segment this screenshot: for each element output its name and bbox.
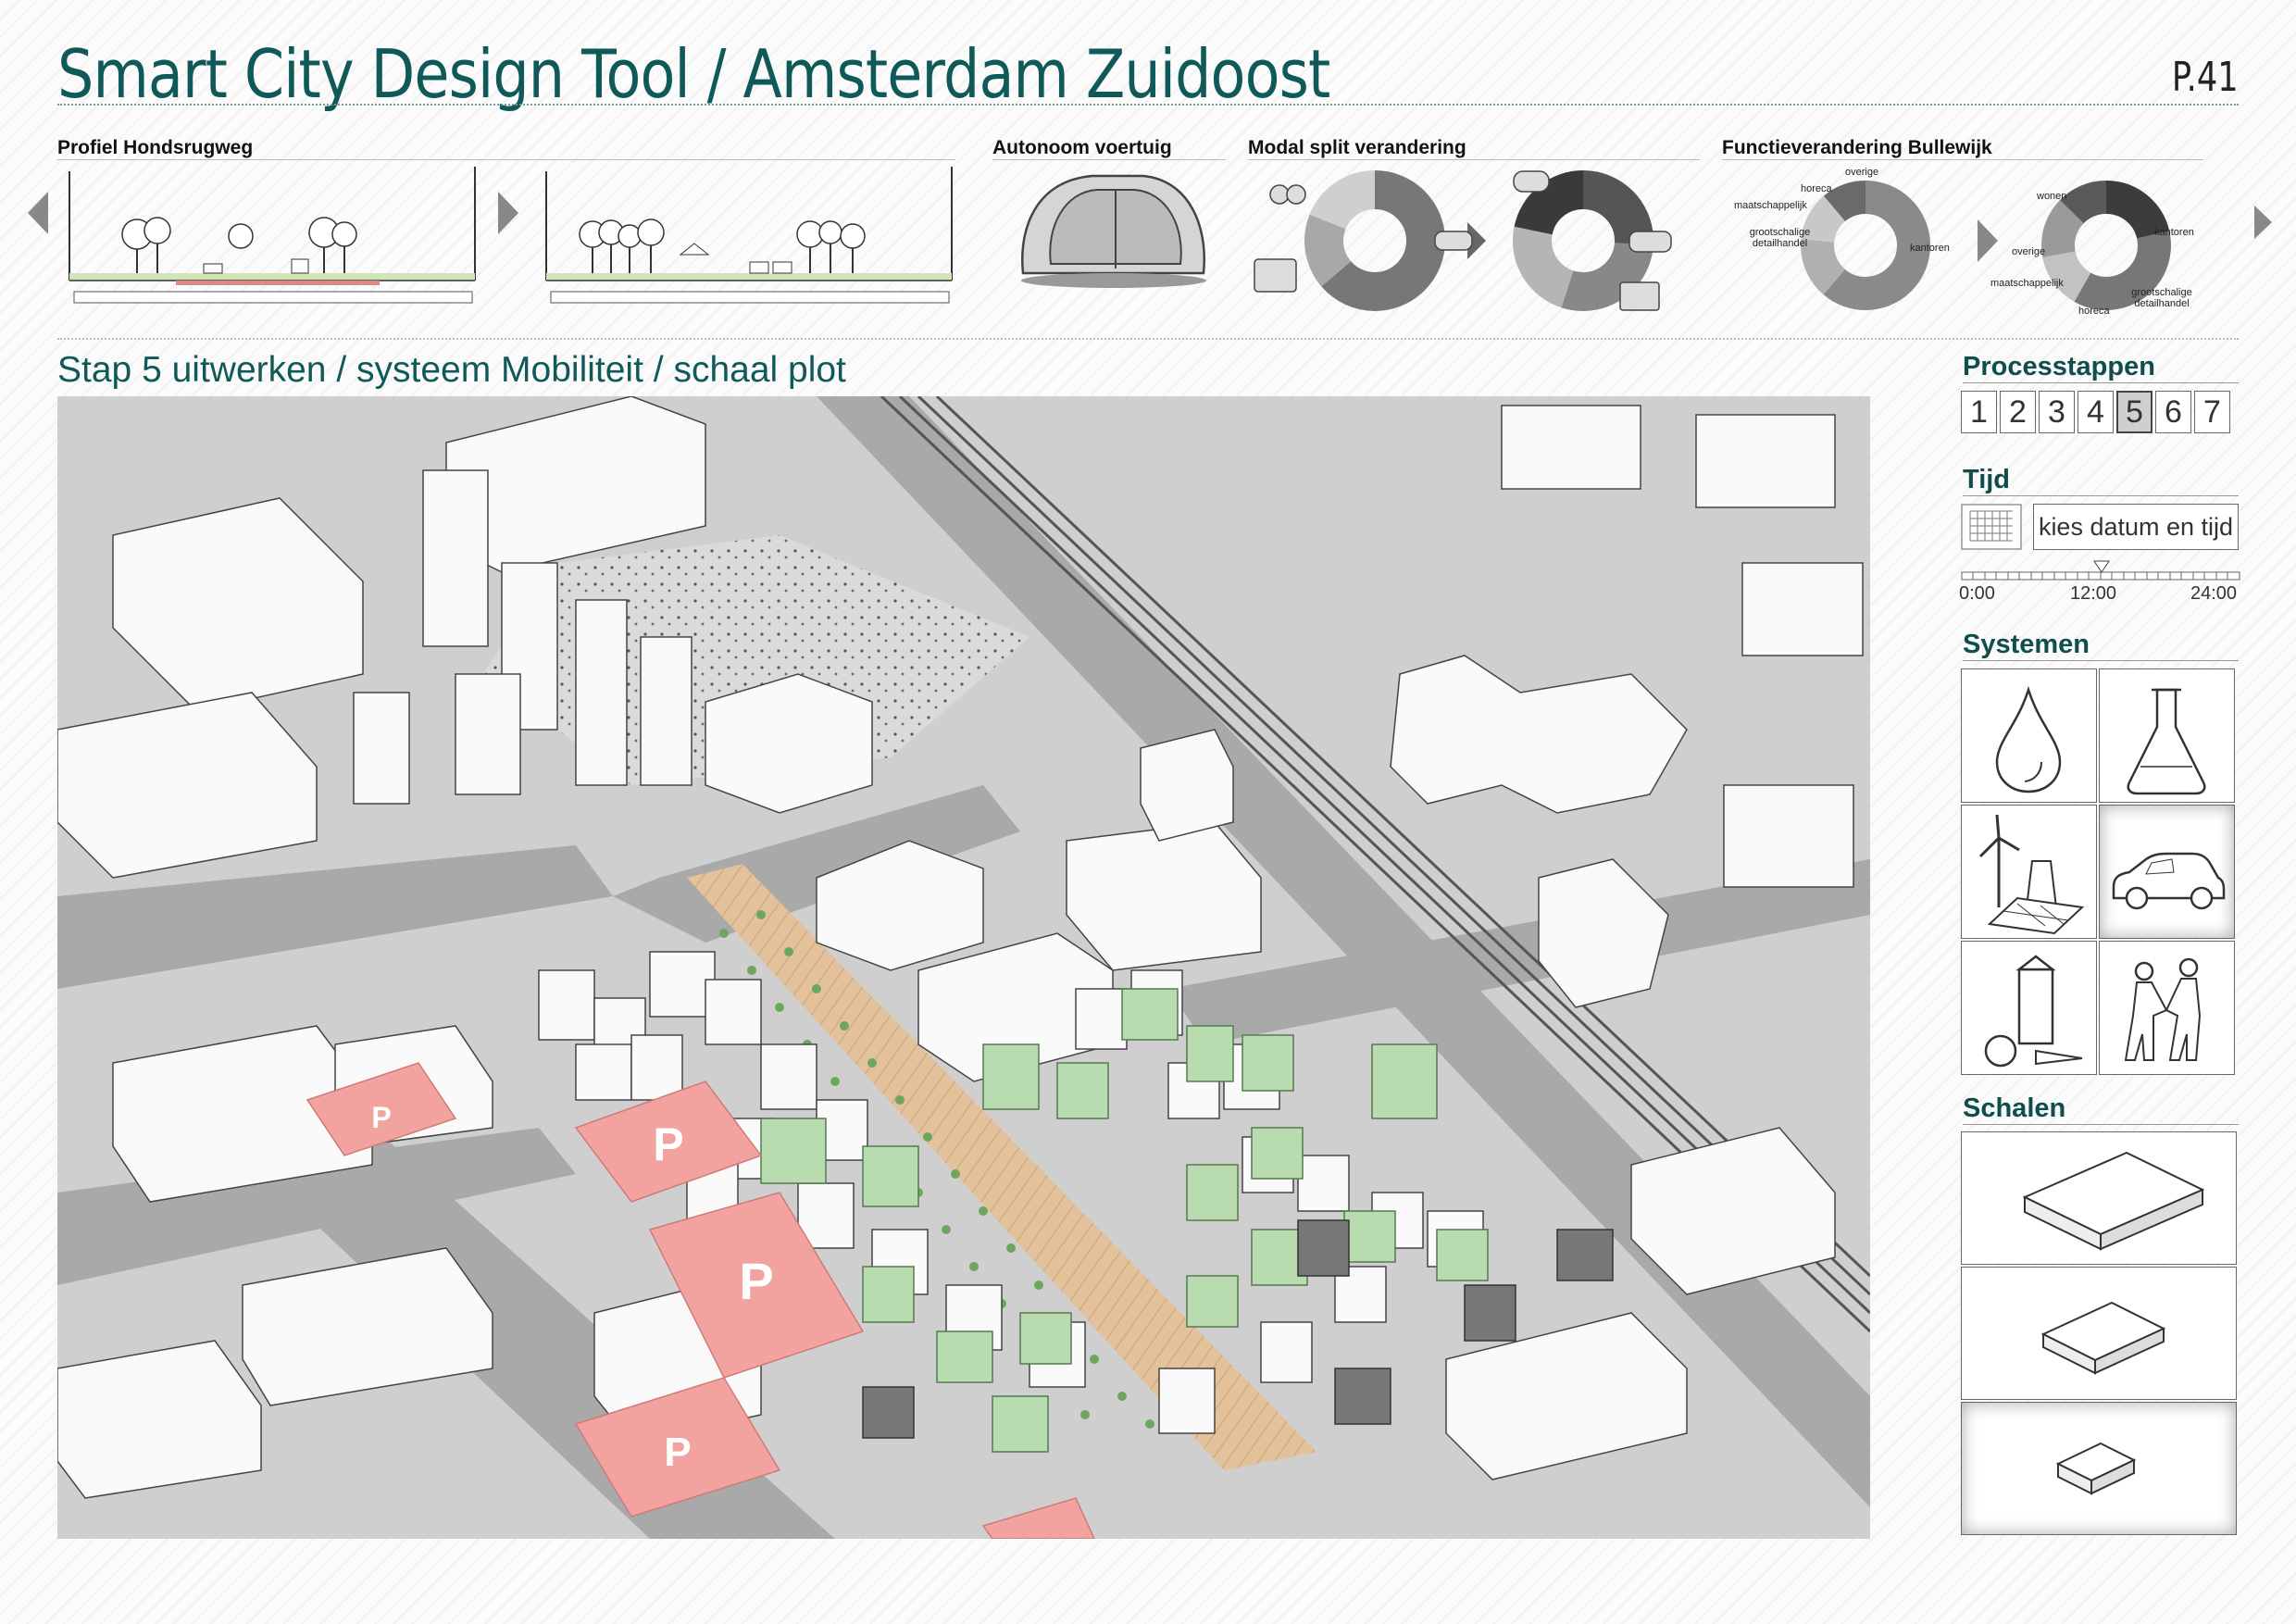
scale-medium-button[interactable] (1961, 1267, 2237, 1400)
functie-label: grootschalige detailhandel (1749, 227, 1811, 249)
tijd-title: Tijd (1963, 465, 2011, 494)
autonomous-vehicle-icon (1021, 174, 1206, 288)
step-button-1[interactable]: 1 (1961, 391, 1997, 433)
process-steps: 1 2 3 4 5 6 7 (1961, 391, 2230, 433)
modal-split-donuts (1254, 170, 1672, 311)
functie-label: wonen (2037, 191, 2067, 202)
autonoom-underline (992, 159, 1226, 160)
page-number: P.41 (2172, 54, 2239, 101)
profiel-section-after (545, 167, 953, 304)
water-drop-icon (1995, 685, 2062, 793)
previous-arrow-icon[interactable] (26, 190, 52, 236)
time-tick-label: 0:00 (1959, 583, 1995, 604)
scale-small-icon (2055, 1442, 2137, 1495)
system-food-button[interactable] (1961, 941, 2097, 1075)
step-button-5[interactable]: 5 (2116, 391, 2152, 433)
step-button-3[interactable]: 3 (2039, 391, 2075, 433)
scale-medium-icon (2040, 1301, 2166, 1375)
parking-label: P (653, 1118, 683, 1170)
next-arrow-icon (1978, 219, 1998, 262)
scale-large-button[interactable] (1961, 1131, 2237, 1265)
functie-label: kantoren (1910, 243, 1950, 254)
car-icon (2112, 852, 2226, 910)
people-handshake-icon (2124, 957, 2202, 1061)
schalen-title: Schalen (1963, 1093, 2066, 1123)
functie-label: horeca (1801, 183, 1832, 194)
functie-label: overige (2012, 246, 2046, 257)
date-time-picker-button[interactable]: kies datum en tijd (2033, 504, 2239, 550)
parking-label: P (371, 1101, 391, 1134)
profiel-title: Profiel Hondsrugweg (57, 137, 254, 158)
step-subtitle: Stap 5 uitwerken / systeem Mobiliteit / … (57, 350, 846, 390)
functie-label: horeca (2078, 306, 2110, 317)
energy-icon (1978, 814, 2085, 935)
functie-underline (1722, 159, 2203, 160)
flask-icon (2127, 688, 2206, 795)
modal-title: Modal split verandering (1248, 137, 1466, 158)
step-button-2[interactable]: 2 (2000, 391, 2036, 433)
scale-small-button[interactable] (1961, 1402, 2237, 1535)
profiel-underline (57, 159, 955, 160)
system-energy-button[interactable] (1961, 805, 2097, 939)
step-button-7[interactable]: 7 (2194, 391, 2230, 433)
step-button-4[interactable]: 4 (2078, 391, 2114, 433)
functie-label: overige (1845, 167, 1879, 178)
system-social-button[interactable] (2099, 941, 2235, 1075)
isometric-urban-plan-map[interactable]: P P P P (57, 396, 1870, 1539)
profiel-section-before (69, 167, 476, 304)
schalen-underline (1963, 1124, 2239, 1125)
systemen-grid (1961, 668, 2239, 1076)
processtappen-underline (1963, 382, 2239, 383)
calendar-grid-icon[interactable] (1961, 504, 2022, 550)
step-button-6[interactable]: 6 (2155, 391, 2191, 433)
food-icon (1984, 955, 2083, 1068)
processtappen-title: Processtappen (1963, 352, 2155, 381)
functie-label: kantoren (2154, 227, 2194, 238)
modal-underline (1248, 159, 1700, 160)
systemen-underline (1963, 660, 2239, 661)
header-divider (57, 104, 2239, 107)
next-arrow-icon[interactable] (494, 190, 520, 236)
tijd-underline (1963, 495, 2239, 496)
functie-label: maatschappelijk (1990, 278, 2064, 289)
functie-label: grootschalige detailhandel (2131, 287, 2192, 309)
time-tick-label: 24:00 (2190, 583, 2238, 604)
slider-handle[interactable] (2093, 560, 2110, 573)
page-title: Smart City Design Tool / Amsterdam Zuido… (57, 35, 1330, 113)
autonoom-title: Autonoom voertuig (992, 137, 1172, 158)
parking-label: P (664, 1430, 691, 1475)
time-tick-label: 12:00 (2070, 583, 2117, 604)
system-mobility-button[interactable] (2099, 805, 2235, 939)
section-divider (57, 338, 2239, 340)
schalen-list (1961, 1131, 2239, 1539)
functie-label: maatschappelijk (1734, 200, 1807, 211)
next-arrow-icon[interactable] (2252, 204, 2274, 241)
system-chemistry-button[interactable] (2099, 668, 2235, 803)
parking-label: P (739, 1252, 773, 1310)
functie-title: Functieverandering Bullewijk (1722, 137, 1992, 158)
scale-large-icon (2022, 1151, 2205, 1251)
systemen-title: Systemen (1963, 630, 2090, 659)
system-water-button[interactable] (1961, 668, 2097, 803)
